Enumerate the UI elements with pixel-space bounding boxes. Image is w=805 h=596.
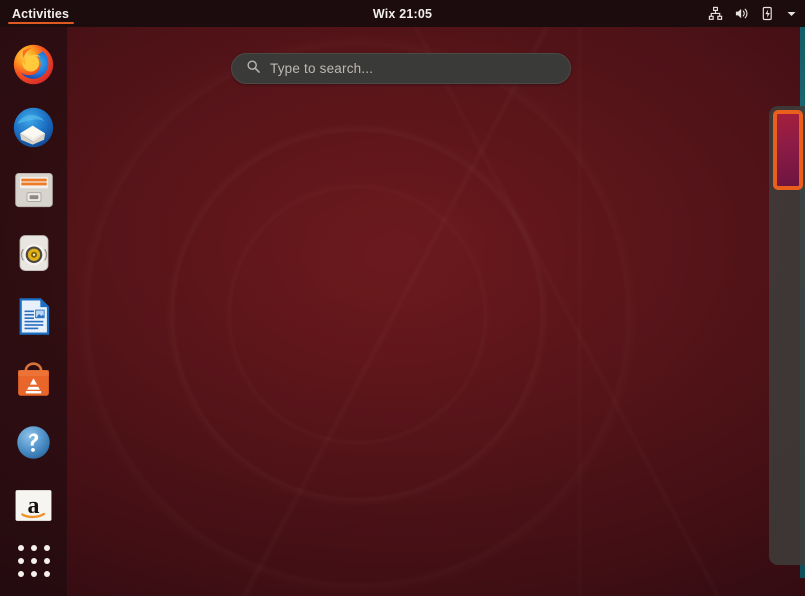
dock-item-rhythmbox[interactable] bbox=[10, 230, 58, 276]
top-bar: Activities Wix 21:05 bbox=[0, 0, 805, 27]
clock-label[interactable]: Wix 21:05 bbox=[373, 7, 432, 21]
chevron-down-icon[interactable] bbox=[786, 8, 797, 19]
battery-charging-icon bbox=[761, 6, 775, 21]
volume-icon bbox=[734, 6, 750, 21]
activities-label: Activities bbox=[12, 6, 70, 21]
network-wired-icon bbox=[708, 6, 723, 21]
dock-item-thunderbird[interactable] bbox=[10, 104, 58, 150]
clock-area: Wix 21:05 bbox=[0, 0, 805, 27]
search-bar[interactable]: Type to search... bbox=[231, 53, 571, 84]
dock-item-libreoffice-writer[interactable] bbox=[10, 293, 58, 339]
dock: a bbox=[0, 27, 68, 596]
activities-overview-backdrop[interactable] bbox=[0, 0, 805, 596]
workspace-thumbnail-1[interactable] bbox=[773, 110, 803, 190]
search-placeholder-text: Type to search... bbox=[270, 61, 374, 76]
apps-grid-icon bbox=[17, 544, 50, 577]
activities-active-underline bbox=[8, 21, 75, 24]
search-icon bbox=[246, 59, 261, 79]
workspace-switcher[interactable] bbox=[769, 106, 805, 565]
desktop-screen: Activities Wix 21:05 Type to search... a bbox=[0, 0, 805, 596]
status-menu-area[interactable] bbox=[708, 0, 797, 27]
activities-button[interactable]: Activities bbox=[0, 0, 82, 27]
dock-item-amazon[interactable]: a bbox=[10, 483, 58, 529]
show-applications-button[interactable] bbox=[10, 538, 58, 584]
search-input[interactable]: Type to search... bbox=[231, 53, 571, 84]
dock-item-files[interactable] bbox=[10, 167, 58, 213]
dock-item-help[interactable] bbox=[10, 420, 58, 466]
dock-item-ubuntu-software[interactable] bbox=[10, 357, 58, 403]
dock-item-firefox[interactable] bbox=[10, 41, 58, 87]
